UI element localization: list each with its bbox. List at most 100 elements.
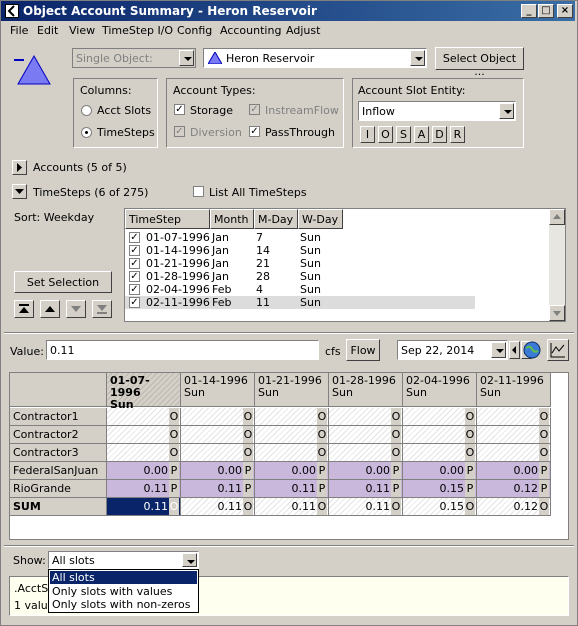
ts-row[interactable]: ✓ 01-07-1996 Jan 7 Sun bbox=[125, 231, 475, 244]
grid-column-header[interactable]: 01-14-1996 Sun bbox=[181, 373, 255, 407]
ts-list-scrollbar[interactable] bbox=[549, 209, 565, 321]
move-bottom-button[interactable] bbox=[92, 300, 112, 318]
value-input[interactable]: 0.11 bbox=[46, 340, 319, 360]
grid-column-header[interactable]: 01-07-1996 Sun bbox=[107, 373, 181, 411]
ts-row[interactable]: ✓ 01-21-1996 Jan 21 Sun bbox=[125, 257, 475, 270]
grid-row-header[interactable]: Contractor1 bbox=[10, 408, 107, 426]
menu-edit[interactable]: Edit bbox=[37, 24, 58, 37]
grid-cell[interactable]: 0.15 P bbox=[403, 480, 477, 498]
grid-cell[interactable]: O bbox=[255, 426, 329, 444]
object-mode-dropdown[interactable]: Single Object: bbox=[72, 48, 196, 68]
ts-row[interactable]: ✓ 01-28-1996 Jan 28 Sun bbox=[125, 270, 475, 283]
menu-adjust[interactable]: Adjust bbox=[286, 24, 320, 37]
move-down-button[interactable] bbox=[66, 300, 86, 318]
grid-cell[interactable]: 0.00 P bbox=[255, 462, 329, 480]
menu-config[interactable]: Config bbox=[177, 24, 212, 37]
slot-button-r[interactable]: R bbox=[450, 126, 465, 143]
show-option-nonzeros[interactable]: Only slots with non-zeros bbox=[50, 598, 197, 611]
date-prev-button[interactable] bbox=[509, 341, 520, 359]
grid-column-header[interactable]: 02-11-1996 Sun bbox=[477, 373, 551, 407]
grid-cell[interactable]: 0.12 O bbox=[477, 498, 551, 516]
grid-cell[interactable]: 0.12 P bbox=[477, 480, 551, 498]
globe-icon[interactable] bbox=[522, 340, 542, 360]
grid-row-header[interactable]: RioGrande bbox=[10, 480, 107, 498]
grid-cell[interactable]: O bbox=[403, 444, 477, 462]
move-top-button[interactable] bbox=[14, 300, 34, 318]
set-selection-button[interactable]: Set Selection bbox=[14, 271, 112, 293]
menu-file[interactable]: File bbox=[10, 24, 28, 37]
grid-cell[interactable]: 0.11 P bbox=[255, 480, 329, 498]
grid-cell[interactable]: 0.11 P bbox=[329, 480, 403, 498]
grid-cell[interactable]: 0.00 P bbox=[477, 462, 551, 480]
grid-cell[interactable]: O bbox=[329, 408, 403, 426]
ts-row[interactable]: ✓ 02-04-1996 Feb 4 Sun bbox=[125, 283, 475, 296]
object-select-dropdown[interactable]: Heron Reservoir bbox=[203, 48, 427, 68]
timesteps-collapse-button[interactable] bbox=[12, 184, 27, 199]
grid-cell[interactable]: O bbox=[403, 426, 477, 444]
ts-header-mday[interactable]: M-Day bbox=[254, 209, 298, 229]
ts-row-checkbox[interactable]: ✓ bbox=[129, 284, 140, 295]
ts-row-checkbox[interactable]: ✓ bbox=[129, 232, 140, 243]
show-dropdown-list[interactable]: All slots Only slots with values Only sl… bbox=[48, 569, 199, 613]
ts-header-month[interactable]: Month bbox=[210, 209, 254, 229]
storage-checkbox[interactable]: ✓ bbox=[174, 104, 185, 115]
grid-column-header[interactable]: 02-04-1996 Sun bbox=[403, 373, 477, 407]
slot-button-o[interactable]: O bbox=[378, 126, 393, 143]
timestep-list[interactable]: TimeStep Month M-Day W-Day ✓ 01-07-1996 Ja… bbox=[124, 208, 566, 322]
grid-cell[interactable]: 0.11 O bbox=[181, 498, 255, 516]
ts-row-checkbox[interactable]: ✓ bbox=[129, 245, 140, 256]
slot-button-a[interactable]: A bbox=[414, 126, 429, 143]
grid-cell[interactable]: 0.00 P bbox=[181, 462, 255, 480]
maximize-icon[interactable]: □ bbox=[538, 4, 554, 18]
date-field[interactable]: Sep 22, 2014 bbox=[397, 340, 508, 360]
grid-cell[interactable]: 0.15 O bbox=[403, 498, 477, 516]
grid-cell[interactable]: O bbox=[181, 444, 255, 462]
title-bar[interactable]: Object Account Summary - Heron Reservoir… bbox=[1, 1, 575, 21]
list-all-checkbox[interactable] bbox=[193, 186, 204, 197]
grid-cell[interactable]: O bbox=[181, 408, 255, 426]
acct-slots-radio[interactable] bbox=[81, 105, 92, 116]
grid-cell[interactable]: O bbox=[107, 444, 181, 462]
ts-header-timestep[interactable]: TimeStep bbox=[125, 209, 210, 229]
close-icon[interactable]: × bbox=[557, 4, 573, 18]
move-up-button[interactable] bbox=[40, 300, 60, 318]
grid-cell[interactable]: O bbox=[107, 426, 181, 444]
grid-column-header[interactable]: 01-28-1996 Sun bbox=[329, 373, 403, 407]
timesteps-radio[interactable] bbox=[81, 127, 92, 138]
show-option-all[interactable]: All slots bbox=[50, 571, 197, 584]
flow-button[interactable]: Flow bbox=[346, 339, 380, 361]
ts-row-checkbox[interactable]: ✓ bbox=[129, 258, 140, 269]
grid-cell[interactable]: O bbox=[329, 444, 403, 462]
grid-cell[interactable]: O bbox=[255, 444, 329, 462]
grid-cell[interactable]: O bbox=[181, 426, 255, 444]
grid-cell[interactable]: O bbox=[329, 426, 403, 444]
grid-cell[interactable]: 0.00 P bbox=[329, 462, 403, 480]
ts-row[interactable]: ✓ 02-11-1996 Feb 11 Sun bbox=[125, 296, 475, 309]
grid-row-header[interactable]: SUM bbox=[10, 498, 107, 516]
show-dropdown[interactable]: All slots bbox=[48, 551, 199, 569]
grid-cell[interactable]: 0.11 O bbox=[255, 498, 329, 516]
menu-view[interactable]: View bbox=[69, 24, 95, 37]
grid-cell[interactable]: 0.11 O bbox=[329, 498, 403, 516]
grid-cell[interactable]: 0.00 P bbox=[107, 462, 181, 480]
grid-cell[interactable]: O bbox=[403, 408, 477, 426]
ts-row[interactable]: ✓ 01-14-1996 Jan 14 Sun bbox=[125, 244, 475, 257]
grid-cell[interactable]: O bbox=[255, 408, 329, 426]
scroll-up-icon[interactable] bbox=[549, 209, 565, 225]
grid-cell[interactable]: O bbox=[477, 444, 551, 462]
grid-row-header[interactable]: Contractor2 bbox=[10, 426, 107, 444]
ts-row-checkbox[interactable]: ✓ bbox=[129, 297, 140, 308]
slot-button-i[interactable]: I bbox=[360, 126, 375, 143]
grid-row-header[interactable]: Contractor3 bbox=[10, 444, 107, 462]
select-object-button[interactable]: Select Object ... bbox=[435, 47, 524, 78]
slot-button-d[interactable]: D bbox=[432, 126, 447, 143]
grid-row-header[interactable]: FederalSanJuan bbox=[10, 462, 107, 480]
show-option-values[interactable]: Only slots with values bbox=[50, 585, 197, 598]
passthrough-checkbox[interactable]: ✓ bbox=[249, 126, 260, 137]
grid-cell[interactable]: O bbox=[107, 408, 181, 426]
grid-cell[interactable]: O bbox=[477, 426, 551, 444]
plot-button[interactable] bbox=[547, 339, 569, 361]
grid-column-header[interactable]: 01-21-1996 Sun bbox=[255, 373, 329, 407]
minimize-icon[interactable]: _ bbox=[521, 4, 537, 18]
ts-header-wday[interactable]: W-Day bbox=[298, 209, 343, 229]
